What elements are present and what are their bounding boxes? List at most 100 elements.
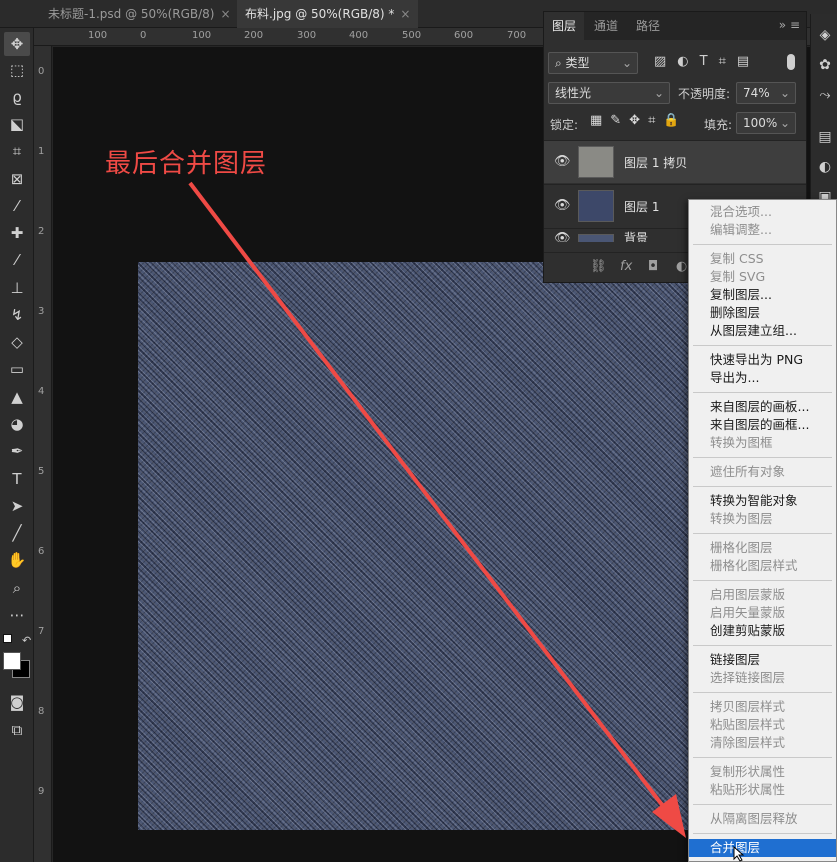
menu-separator bbox=[693, 692, 832, 693]
stamp-tool-icon[interactable]: ⊥ bbox=[4, 276, 30, 300]
opacity-label: 不透明度: bbox=[678, 87, 731, 101]
menu-item[interactable]: 转换为图框 bbox=[689, 434, 836, 452]
blend-mode-dropdown[interactable]: 线性光 ⌄ bbox=[548, 82, 670, 104]
layer-row-copy[interactable]: 👁 图层 1 拷贝 bbox=[544, 140, 806, 183]
opacity-field[interactable]: 74% ⌄ bbox=[736, 82, 796, 104]
eyedropper-tool-icon[interactable]: ⁄ bbox=[4, 194, 30, 218]
tab-layers[interactable]: 图层 bbox=[544, 12, 585, 40]
ruler-tick: 700 bbox=[507, 30, 527, 41]
menu-item[interactable]: 转换为图层 bbox=[689, 510, 836, 528]
eye-icon[interactable]: 👁 bbox=[554, 154, 571, 169]
close-icon[interactable]: × bbox=[220, 7, 230, 21]
denim-fabric-image[interactable] bbox=[138, 262, 698, 830]
gradient-tool-icon[interactable]: ▭ bbox=[4, 357, 30, 381]
menu-separator bbox=[693, 533, 832, 534]
path-select-tool-icon[interactable]: ➤ bbox=[4, 494, 30, 518]
menu-item[interactable]: 创建剪贴蒙版 bbox=[689, 622, 836, 640]
tab-untitled-psd[interactable]: 未标题-1.psd @ 50%(RGB/8) × bbox=[40, 0, 239, 28]
fill-field[interactable]: 100% ⌄ bbox=[736, 112, 796, 134]
menu-item[interactable]: 栅格化图层 bbox=[689, 539, 836, 557]
menu-item[interactable]: 从图层建立组... bbox=[689, 322, 836, 340]
move-tool-icon[interactable]: ✥ bbox=[4, 32, 30, 56]
filter-kind-value: 类型 bbox=[565, 56, 590, 70]
filter-icons[interactable]: ▨◐T⌗▤ bbox=[654, 54, 760, 69]
channels-panel-icon[interactable]: ✿ bbox=[816, 56, 834, 74]
eye-icon[interactable]: 👁 bbox=[554, 198, 571, 213]
crop-tool-icon[interactable]: ⌗ bbox=[4, 139, 30, 163]
menu-item[interactable]: 复制 SVG bbox=[689, 268, 836, 286]
tools-panel: ✥ ⬚ ϱ ⬕ ⌗ ⊠ ⁄ ✚ ⁄ ⊥ ↯ ◇ ▭ ▲ ◕ ✒ T ➤ ╱ ✋ … bbox=[0, 28, 34, 862]
menu-item[interactable]: 栅格化图层样式 bbox=[689, 557, 836, 575]
menu-separator bbox=[693, 486, 832, 487]
type-tool-icon[interactable]: T bbox=[4, 467, 30, 491]
lock-icons[interactable]: ▦✎✥⌗🔒 bbox=[590, 113, 688, 128]
menu-item[interactable]: 合并图层 bbox=[689, 839, 836, 857]
layer-name: 图层 1 bbox=[624, 200, 660, 214]
menu-item[interactable]: 快速导出为 PNG bbox=[689, 351, 836, 369]
hand-tool-icon[interactable]: ✋ bbox=[4, 548, 30, 572]
menu-item[interactable]: 删除图层 bbox=[689, 304, 836, 322]
adjustment-layer-icon[interactable]: ◐ bbox=[676, 259, 687, 274]
default-colors-icon[interactable] bbox=[3, 634, 12, 643]
menu-item[interactable]: 粘贴图层样式 bbox=[689, 716, 836, 734]
zoom-tool-icon[interactable]: ⌕ bbox=[4, 576, 30, 600]
menu-item[interactable]: 复制形状属性 bbox=[689, 763, 836, 781]
object-select-tool-icon[interactable]: ⬕ bbox=[4, 112, 30, 136]
history-brush-icon[interactable]: ↯ bbox=[4, 303, 30, 327]
ruler-tick: 4 bbox=[38, 386, 45, 397]
pen-tool-icon[interactable]: ✒ bbox=[4, 439, 30, 463]
lasso-tool-icon[interactable]: ϱ bbox=[4, 85, 30, 109]
ruler-tick: 100 bbox=[192, 30, 212, 41]
tab-fabric-jpg[interactable]: 布料.jpg @ 50%(RGB/8) * × bbox=[237, 0, 419, 28]
screen-mode-icon[interactable]: ⧉ bbox=[4, 718, 30, 742]
menu-item[interactable]: 选择链接图层 bbox=[689, 669, 836, 687]
paths-panel-icon[interactable]: ⤳ bbox=[816, 86, 834, 104]
filter-toggle[interactable] bbox=[787, 54, 795, 70]
menu-item[interactable]: 复制 CSS bbox=[689, 250, 836, 268]
link-layers-icon[interactable]: ⛓ bbox=[590, 259, 607, 274]
opacity-value: 74% bbox=[743, 86, 770, 100]
frame-tool-icon[interactable]: ⊠ bbox=[4, 167, 30, 191]
layer-thumbnail bbox=[578, 234, 614, 242]
healing-brush-icon[interactable]: ✚ bbox=[4, 221, 30, 245]
menu-item[interactable]: 转换为智能对象 bbox=[689, 492, 836, 510]
menu-item[interactable]: 链接图层 bbox=[689, 651, 836, 669]
ruler-tick: 300 bbox=[297, 30, 317, 41]
fx-icon[interactable]: fx bbox=[620, 259, 632, 274]
menu-item[interactable]: 粘贴形状属性 bbox=[689, 781, 836, 799]
layers-panel-icon[interactable]: ◈ bbox=[816, 26, 834, 44]
tab-channels[interactable]: 通道 bbox=[586, 12, 626, 40]
add-mask-icon[interactable]: ◘ bbox=[648, 259, 658, 274]
foreground-color-swatch[interactable] bbox=[3, 652, 21, 670]
line-tool-icon[interactable]: ╱ bbox=[4, 521, 30, 545]
ruler-tick: 8 bbox=[38, 706, 45, 717]
libraries-icon[interactable]: ▤ bbox=[816, 128, 834, 146]
menu-item[interactable]: 混合选项... bbox=[689, 203, 836, 221]
swap-colors-icon[interactable]: ↶ bbox=[22, 634, 31, 647]
quick-mask-icon[interactable]: ◙ bbox=[4, 690, 30, 714]
more-tools-icon[interactable]: ⋯ bbox=[4, 603, 30, 627]
close-icon[interactable]: × bbox=[400, 7, 410, 21]
menu-item[interactable]: 遮住所有对象 bbox=[689, 463, 836, 481]
ruler-tick: 6 bbox=[38, 546, 45, 557]
menu-item[interactable]: 启用图层蒙版 bbox=[689, 586, 836, 604]
blur-tool-icon[interactable]: ▲ bbox=[4, 385, 30, 409]
menu-item[interactable]: 来自图层的画框... bbox=[689, 416, 836, 434]
adjustments-icon[interactable]: ◐ bbox=[816, 158, 834, 176]
tab-paths[interactable]: 路径 bbox=[628, 12, 668, 40]
menu-item[interactable]: 拷贝图层样式 bbox=[689, 698, 836, 716]
menu-item[interactable]: 清除图层样式 bbox=[689, 734, 836, 752]
layer-filter-dropdown[interactable]: ⌕ 类型 ⌄ bbox=[548, 52, 638, 74]
menu-item[interactable]: 来自图层的画板... bbox=[689, 398, 836, 416]
brush-tool-icon[interactable]: ⁄ bbox=[4, 248, 30, 272]
eraser-tool-icon[interactable]: ◇ bbox=[4, 330, 30, 354]
menu-item[interactable]: 从隔离图层释放 bbox=[689, 810, 836, 828]
eye-icon[interactable]: 👁 bbox=[554, 231, 571, 242]
panel-collapse-icon[interactable]: » ≡ bbox=[779, 18, 800, 32]
menu-item[interactable]: 复制图层... bbox=[689, 286, 836, 304]
menu-item[interactable]: 导出为... bbox=[689, 369, 836, 387]
menu-item[interactable]: 启用矢量蒙版 bbox=[689, 604, 836, 622]
marquee-tool-icon[interactable]: ⬚ bbox=[4, 58, 30, 82]
menu-item[interactable]: 编辑调整... bbox=[689, 221, 836, 239]
dodge-tool-icon[interactable]: ◕ bbox=[4, 412, 30, 436]
